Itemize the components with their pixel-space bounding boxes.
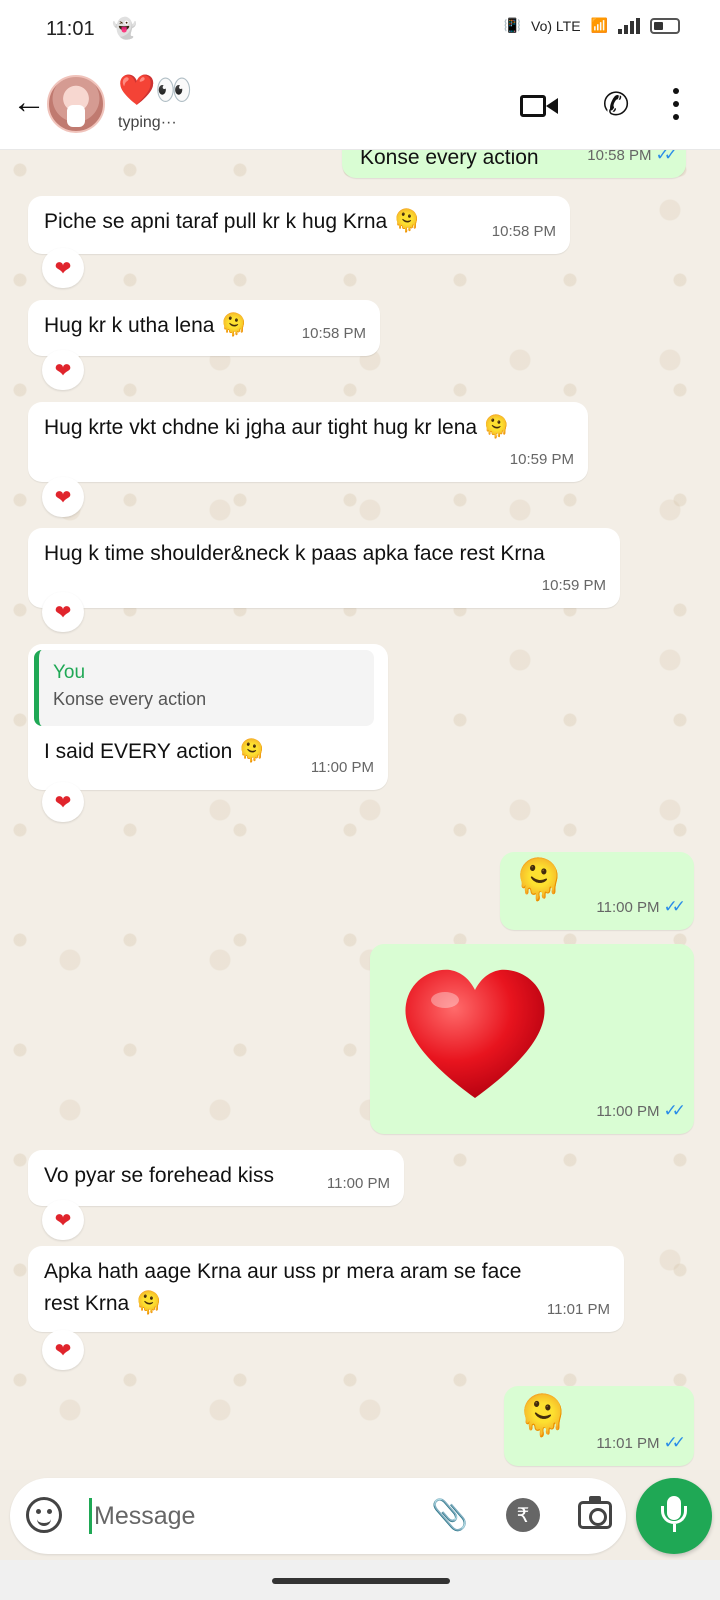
message-time: 11:00 PM xyxy=(326,1175,390,1192)
status-icons: 📳 Vo) LTE 📶 xyxy=(504,17,680,34)
contact-name[interactable]: ❤️👀 xyxy=(118,74,193,108)
message-time: 11:01 PM xyxy=(546,1301,610,1318)
reaction-heart[interactable]: ❤ xyxy=(42,782,84,822)
avatar[interactable] xyxy=(47,75,105,133)
message-bubble-incoming[interactable]: Hug kr k utha lena 🫠 10:58 PM xyxy=(28,300,380,356)
message-bubble-incoming[interactable]: Hug k time shoulder&neck k paas apka fac… xyxy=(28,528,620,608)
video-call-icon[interactable] xyxy=(516,82,560,126)
message-text-line2: rest Krna xyxy=(44,1292,130,1315)
read-ticks-icon: ✓✓ xyxy=(663,897,686,916)
rupee-icon[interactable]: ₹ xyxy=(506,1498,540,1532)
composer-bar: 📎 ₹ xyxy=(10,1478,626,1554)
quote-author: You xyxy=(53,662,86,683)
emoji: 🫠 xyxy=(482,415,511,440)
read-ticks-icon: ✓✓ xyxy=(663,1101,686,1120)
reaction-heart[interactable]: ❤ xyxy=(42,1330,84,1370)
message-text-line1: Apka hath aage Krna aur uss pr mera aram… xyxy=(44,1260,522,1283)
heart-emoji-icon xyxy=(405,969,545,1098)
emoji-icon[interactable] xyxy=(26,1497,62,1533)
vibrate-icon: 📳 xyxy=(503,17,522,33)
reaction-heart[interactable]: ❤ xyxy=(42,1200,84,1240)
message-bubble-incoming-reply[interactable]: You Konse every action I said EVERY acti… xyxy=(28,644,388,790)
wifi-icon: 📶 xyxy=(590,17,608,33)
message-input[interactable] xyxy=(94,1494,394,1538)
emoji: 🫠 xyxy=(220,313,248,338)
system-nav-bar xyxy=(0,1560,720,1600)
message-time: 11:00 PM xyxy=(596,1103,660,1120)
message-text: I said EVERY action xyxy=(44,740,233,763)
message-text: Hug kr k utha lena xyxy=(44,314,215,337)
network-label: Vo) LTE xyxy=(531,17,581,34)
contact-status: typing··· xyxy=(118,114,177,131)
attach-icon[interactable]: 📎 xyxy=(428,1492,472,1540)
emoji: 🫠 xyxy=(514,857,564,903)
phone-icon[interactable]: ✆ xyxy=(594,82,638,126)
message-text: Hug k time shoulder&neck k paas apka fac… xyxy=(44,542,545,565)
reaction-heart[interactable]: ❤ xyxy=(42,350,84,390)
snapchat-icon: 👻 xyxy=(112,18,137,40)
reaction-heart[interactable]: ❤ xyxy=(42,477,84,517)
battery-icon xyxy=(650,17,680,34)
message-bubble-incoming[interactable]: Apka hath aage Krna aur uss pr mera aram… xyxy=(28,1246,624,1332)
message-bubble-outgoing[interactable]: Konse every action 10:58 PM ✓✓ xyxy=(342,150,686,178)
message-bubble-incoming[interactable]: Piche se apni taraf pull kr k hug Krna 🫠… xyxy=(28,196,570,254)
emoji: 🫠 xyxy=(238,739,266,764)
message-time: 10:59 PM xyxy=(509,451,574,468)
message-time: 10:59 PM xyxy=(541,577,606,594)
back-arrow-icon[interactable]: ← xyxy=(12,82,52,122)
emoji: 🫠 xyxy=(135,1291,163,1316)
mic-button[interactable] xyxy=(636,1478,712,1554)
chat-header: ← ❤️👀 typing··· ✆ xyxy=(0,60,720,150)
message-time: 11:00 PM xyxy=(596,899,660,916)
message-time: 10:58 PM xyxy=(301,325,366,342)
message-time: 10:58 PM xyxy=(491,223,556,240)
message-bubble-incoming[interactable]: Vo pyar se forehead kiss 11:00 PM xyxy=(28,1150,404,1206)
quoted-message[interactable]: You Konse every action xyxy=(34,650,374,726)
chat-area[interactable]: Konse every action 10:58 PM ✓✓ Piche se a… xyxy=(0,150,720,1470)
message-time: 11:00 PM xyxy=(310,759,374,776)
camera-icon[interactable] xyxy=(578,1496,612,1529)
reaction-heart[interactable]: ❤ xyxy=(42,592,84,632)
reaction-heart[interactable]: ❤ xyxy=(42,248,84,288)
signal-icon xyxy=(618,17,640,34)
message-text: Vo pyar se forehead kiss xyxy=(44,1164,274,1187)
message-bubble-outgoing[interactable]: 🫠 11:00 PM ✓✓ xyxy=(500,852,694,930)
emoji: 🫠 xyxy=(518,1393,568,1439)
message-time: 11:01 PM xyxy=(596,1435,660,1452)
text-cursor xyxy=(89,1498,92,1534)
message-text: Piche se apni taraf pull kr k hug Krna xyxy=(44,210,388,233)
status-bar: 11:01 👻 📳 Vo) LTE 📶 xyxy=(0,0,720,60)
message-bubble-incoming[interactable]: Hug krte vkt chdne ki jgha aur tight hug… xyxy=(28,402,588,482)
message-bubble-outgoing-heart[interactable]: 11:00 PM ✓✓ xyxy=(370,944,694,1134)
message-bubble-outgoing[interactable]: 🫠 11:01 PM ✓✓ xyxy=(504,1386,694,1466)
more-menu-icon[interactable] xyxy=(664,82,688,126)
quote-text: Konse every action xyxy=(53,689,207,709)
message-text: Hug krte vkt chdne ki jgha aur tight hug… xyxy=(44,416,478,439)
emoji: 🫠 xyxy=(393,209,421,234)
read-ticks-icon: ✓✓ xyxy=(663,1433,686,1452)
status-time: 11:01 xyxy=(46,18,95,40)
home-gesture-bar[interactable] xyxy=(272,1578,450,1584)
